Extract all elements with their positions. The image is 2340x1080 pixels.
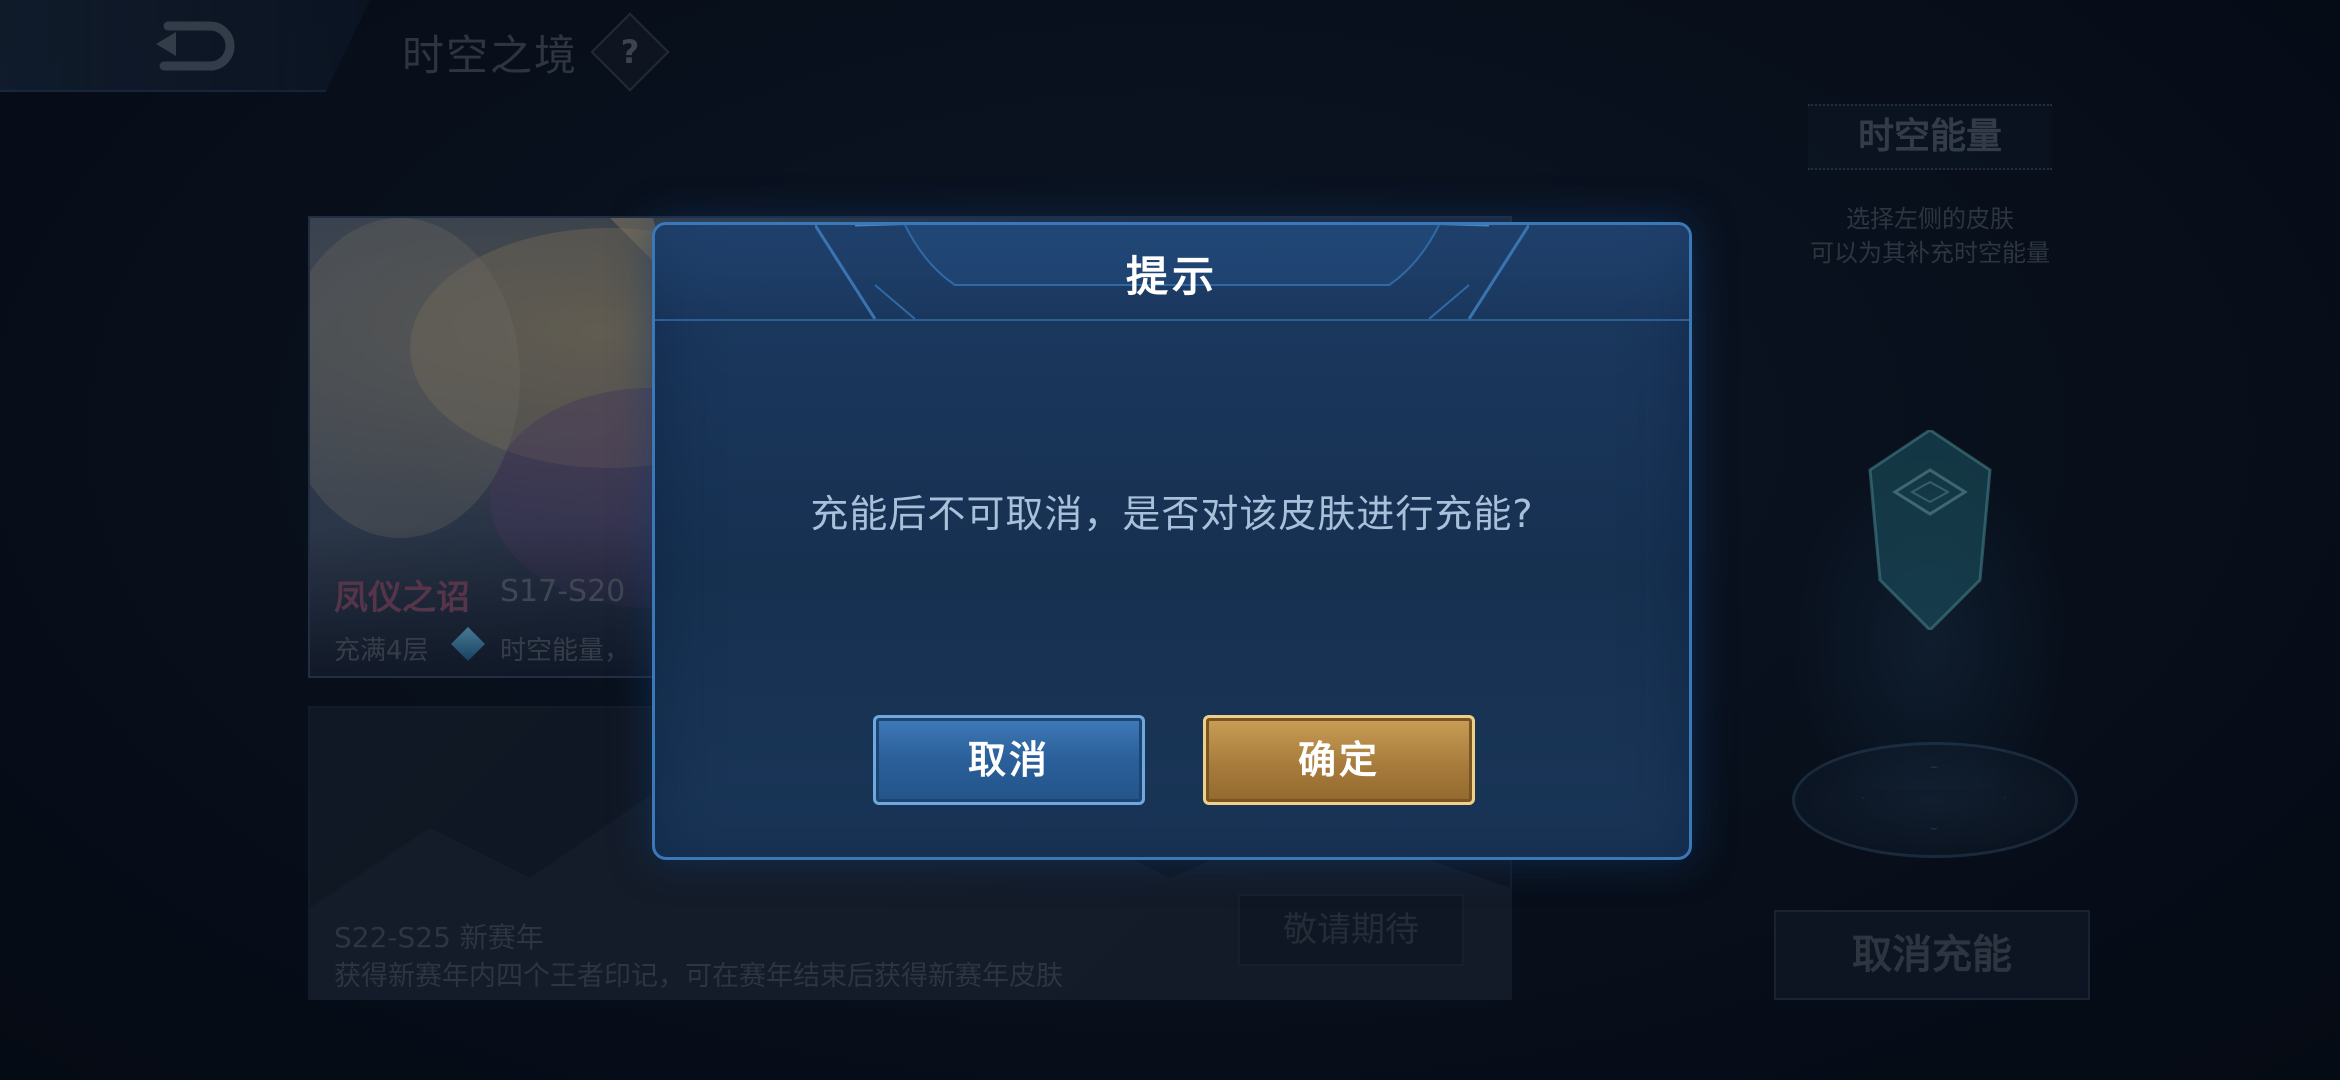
confirm-button[interactable]: 确定 [1203, 715, 1475, 805]
dialog-header: 提示 [655, 225, 1689, 321]
cancel-button[interactable]: 取消 [873, 715, 1145, 805]
dialog-message: 充能后不可取消，是否对该皮肤进行充能? [810, 492, 1534, 536]
dialog-title: 提示 [1125, 252, 1218, 301]
confirm-dialog: 提示 充能后不可取消，是否对该皮肤进行充能? 取消 确定 [652, 222, 1692, 860]
